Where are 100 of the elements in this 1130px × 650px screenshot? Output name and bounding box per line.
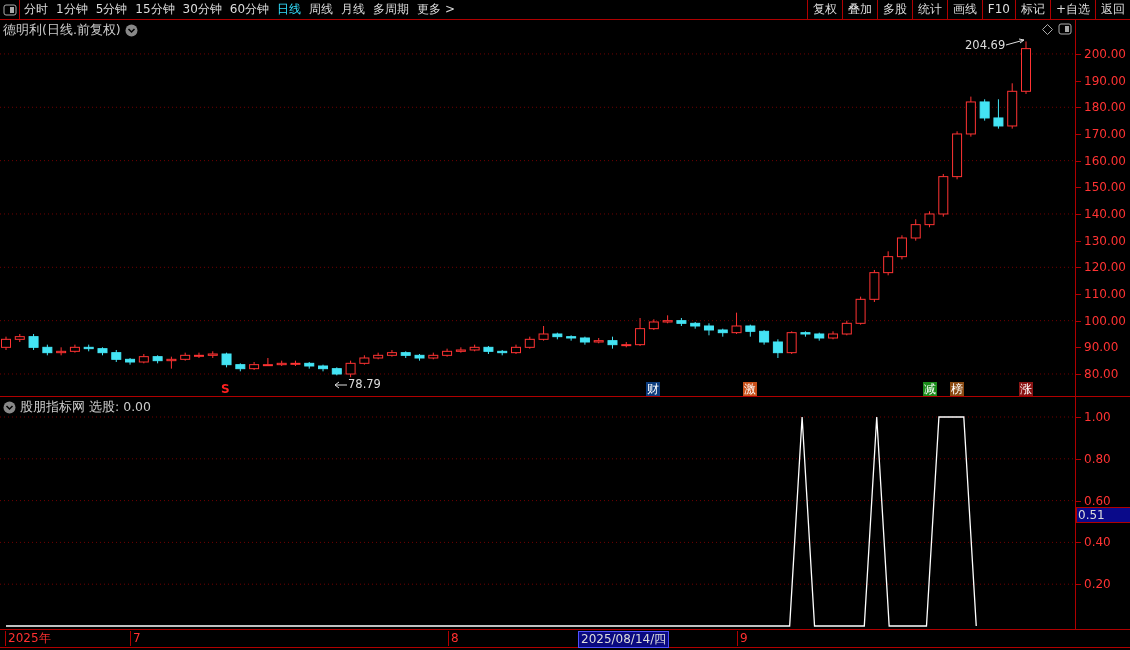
low-price-label: 78.79 — [348, 378, 381, 391]
candlestick — [318, 364, 329, 372]
signal-tag: 财 — [646, 382, 660, 396]
toolbar-button[interactable]: 复权 — [806, 0, 842, 19]
axis-label: 0.40 — [1084, 535, 1111, 550]
period-tab[interactable]: 更多 > — [413, 0, 459, 19]
indicator-reading: 选股: 0.00 — [89, 398, 152, 416]
candlestick — [83, 344, 94, 352]
candlestick — [69, 344, 80, 354]
period-tab[interactable]: 5分钟 — [91, 0, 132, 19]
candlestick — [1021, 40, 1031, 95]
indicator-name: 股朋指标网 — [20, 398, 85, 416]
time-axis-label: 8 — [448, 631, 461, 646]
candlestick — [166, 356, 177, 370]
axis-label: 140.00 — [1084, 206, 1126, 221]
axis-label: 150.00 — [1084, 180, 1126, 195]
axis-label: 80.00 — [1084, 367, 1119, 381]
axis-label: 90.00 — [1084, 340, 1119, 355]
candlestick — [786, 330, 797, 355]
candlestick — [497, 349, 508, 356]
signal-tag: S — [220, 382, 231, 396]
period-tab[interactable]: 1分钟 — [52, 0, 92, 19]
axis-label: 100.00 — [1084, 313, 1126, 328]
axis-label: 0.80 — [1084, 451, 1111, 466]
arrow-icon — [334, 381, 348, 389]
candlestick — [276, 360, 287, 367]
toolbar-button[interactable]: 多股 — [876, 0, 912, 19]
signal-tag: 涨 — [1019, 382, 1033, 396]
candlestick — [511, 344, 521, 355]
diamond-icon[interactable] — [1042, 24, 1053, 35]
candlestick — [717, 328, 728, 338]
candlestick — [359, 354, 370, 366]
candlestick — [745, 324, 756, 338]
candlestick — [524, 336, 535, 350]
candlestick — [593, 337, 604, 344]
candlestick — [483, 345, 494, 355]
period-tab[interactable]: 月线 — [337, 0, 370, 19]
axis-label: 200.00 — [1084, 46, 1126, 61]
period-tab[interactable]: 30分钟 — [178, 0, 226, 19]
toolbar-button[interactable]: +自选 — [1049, 0, 1095, 19]
candlestick — [938, 173, 949, 218]
high-price-label: 204.69 — [965, 39, 1006, 52]
candlestick — [772, 338, 783, 359]
arrow-icon — [1005, 38, 1025, 46]
candlestick — [193, 352, 204, 359]
toolbar-button[interactable]: 标记 — [1014, 0, 1050, 19]
candlestick — [552, 332, 563, 340]
candlestick — [125, 357, 136, 366]
candlestick — [814, 332, 825, 342]
toolbar-button[interactable]: F10 — [981, 0, 1015, 19]
axis-label: 180.00 — [1084, 100, 1126, 115]
candlestick — [676, 317, 687, 327]
cursor-value-label: 0.51 — [1076, 507, 1130, 523]
candlestick — [111, 349, 122, 363]
candlestick — [910, 218, 921, 242]
candlestick — [235, 362, 246, 372]
candlestick — [42, 344, 53, 356]
period-tab[interactable]: 60分钟 — [225, 0, 274, 19]
time-axis-label: 9 — [737, 631, 750, 646]
period-tab[interactable]: 分时 — [20, 0, 52, 19]
period-tab[interactable]: 周线 — [305, 0, 338, 19]
candlestick — [373, 352, 384, 360]
axis-label: 120.00 — [1084, 260, 1126, 275]
toolbar-button[interactable]: 返回 — [1095, 0, 1130, 19]
candlestick — [993, 98, 1004, 130]
axis-label: 190.00 — [1084, 73, 1126, 88]
candlestick — [180, 352, 191, 362]
toolbar-button[interactable]: 叠加 — [841, 0, 877, 19]
time-axis-label: 2025/08/14/四 — [578, 631, 670, 648]
signal-tag: 减 — [923, 382, 937, 396]
axis-label: 0.60 — [1084, 493, 1111, 508]
chevron-down-icon[interactable] — [3, 400, 16, 414]
candlestick — [924, 210, 935, 228]
candlestick — [538, 325, 549, 342]
period-tab[interactable]: 多周期 — [369, 0, 414, 19]
period-tab[interactable]: 15分钟 — [131, 0, 179, 19]
toolbar-button[interactable]: 画线 — [946, 0, 982, 19]
period-tab[interactable]: 日线 — [273, 0, 306, 19]
candlestick — [428, 352, 439, 360]
panel-toggle-icon[interactable] — [1058, 23, 1072, 35]
candlestick — [883, 250, 894, 276]
chevron-down-icon[interactable] — [124, 23, 138, 37]
candlestick — [331, 366, 342, 376]
candlestick — [869, 269, 880, 303]
candlestick — [800, 330, 811, 338]
candlestick — [635, 317, 646, 347]
candlestick — [386, 349, 397, 358]
candlestick — [607, 336, 618, 350]
candlestick — [207, 350, 218, 359]
candlestick — [703, 322, 714, 336]
candlestick — [662, 314, 673, 324]
axis-label: 110.00 — [1084, 287, 1126, 301]
candlestick — [97, 346, 108, 356]
toolbar-button[interactable]: 统计 — [911, 0, 947, 19]
panel-toggle-button[interactable] — [0, 0, 20, 19]
candlestick — [56, 346, 67, 356]
candlestick — [345, 360, 356, 378]
candlestick — [1, 336, 11, 351]
axis-label: 160.00 — [1084, 153, 1126, 168]
axis-label: 0.20 — [1084, 577, 1111, 592]
